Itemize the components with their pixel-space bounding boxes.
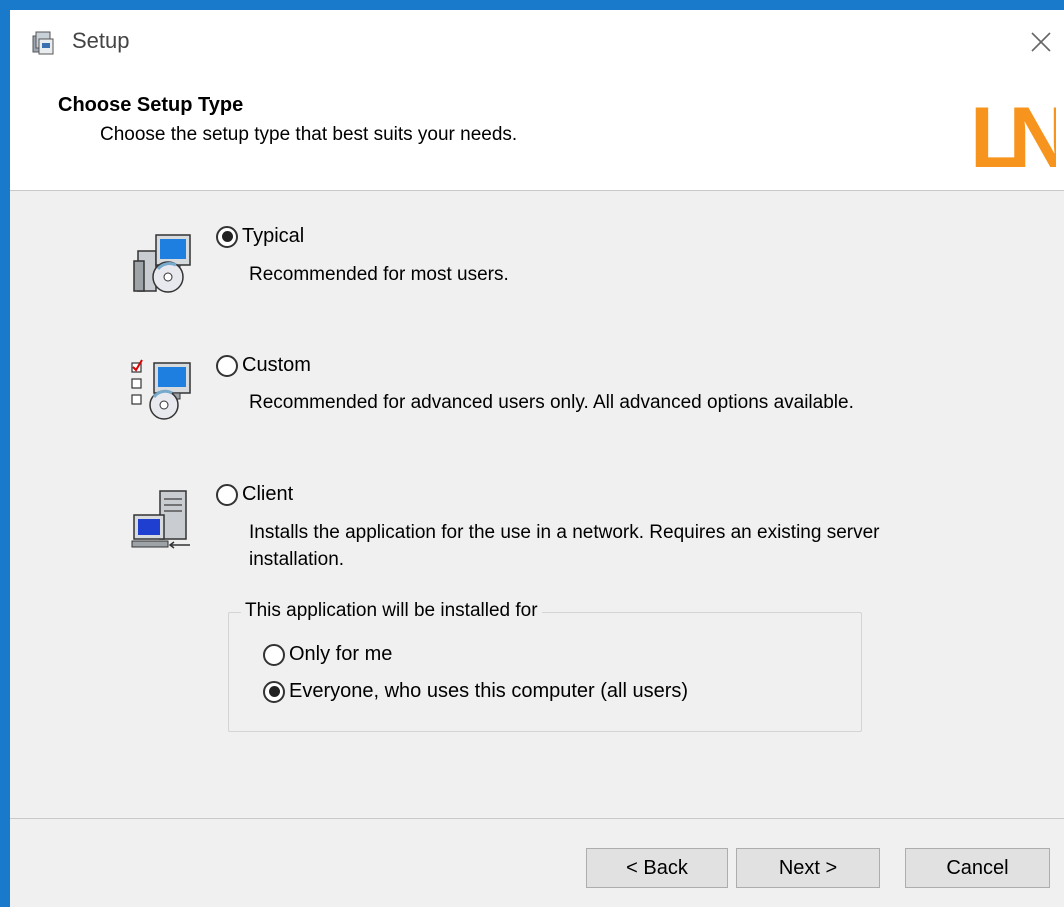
custom-description: Recommended for advanced users only. All… xyxy=(249,392,854,413)
radio-client-circle[interactable] xyxy=(216,483,238,506)
page-subtitle: Choose the setup type that best suits yo… xyxy=(100,124,518,145)
radio-custom[interactable]: Custom xyxy=(216,354,311,377)
radio-typical[interactable]: Typical xyxy=(216,225,304,248)
dialog-header: Choose Setup Type Choose the setup type … xyxy=(10,76,1064,191)
next-button[interactable]: Next > xyxy=(736,848,880,888)
ln-logo: LN xyxy=(972,97,1056,169)
radio-client-label: Client xyxy=(242,483,294,505)
radio-everyone-label: Everyone, who uses this computer (all us… xyxy=(289,680,689,702)
radio-typical-circle[interactable] xyxy=(216,225,238,248)
install-for-legend: This application will be installed for xyxy=(241,600,542,622)
radio-everyone[interactable]: Everyone, who uses this computer (all us… xyxy=(263,680,688,703)
back-button[interactable]: < Back xyxy=(586,848,728,888)
typical-setup-icon xyxy=(133,234,191,293)
setup-type-content: Typical Recommended for most users. Cust… xyxy=(10,191,1064,817)
setup-window: Setup Choose Setup Type Choose the setup… xyxy=(0,0,1064,907)
custom-setup-icon xyxy=(131,359,191,420)
close-icon xyxy=(1031,32,1051,52)
client-description: Installs the application for the use in … xyxy=(249,522,880,570)
radio-custom-circle[interactable] xyxy=(216,354,238,377)
title-bar: Setup xyxy=(10,10,1064,76)
close-button[interactable] xyxy=(1022,22,1060,62)
radio-client[interactable]: Client xyxy=(216,483,293,506)
page-title: Choose Setup Type xyxy=(58,94,244,116)
setup-app-icon xyxy=(32,31,54,55)
radio-typical-label: Typical xyxy=(242,225,305,247)
footer-divider xyxy=(10,818,1064,819)
radio-only-for-me-circle[interactable] xyxy=(263,643,285,666)
logo-text: LN xyxy=(972,97,1056,169)
window-title: Setup xyxy=(72,28,130,53)
radio-custom-label: Custom xyxy=(242,354,311,376)
install-for-group: This application will be installed for O… xyxy=(228,600,862,732)
radio-only-for-me-label: Only for me xyxy=(289,643,393,665)
cancel-button[interactable]: Cancel xyxy=(905,848,1050,888)
radio-only-for-me[interactable]: Only for me xyxy=(263,643,392,666)
typical-description: Recommended for most users. xyxy=(249,264,509,285)
client-setup-icon xyxy=(131,490,190,549)
radio-everyone-circle[interactable] xyxy=(263,680,285,703)
